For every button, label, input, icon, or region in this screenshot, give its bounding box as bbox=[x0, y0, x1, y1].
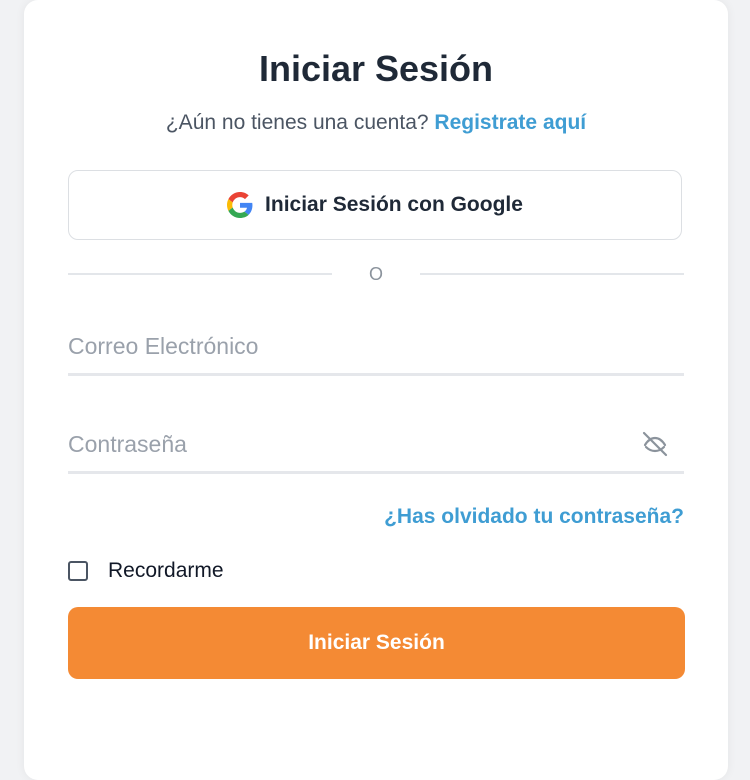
or-divider: O bbox=[68, 262, 684, 286]
email-field bbox=[68, 320, 684, 376]
register-link[interactable]: Registrate aquí bbox=[434, 111, 586, 134]
register-prompt: ¿Aún no tienes una cuenta? Registrate aq… bbox=[24, 110, 728, 136]
password-input[interactable] bbox=[68, 418, 628, 470]
google-login-label: Iniciar Sesión con Google bbox=[265, 193, 523, 216]
login-submit-button[interactable]: Iniciar Sesión bbox=[68, 607, 685, 679]
divider-line-right bbox=[420, 273, 684, 275]
remember-me: Recordarme bbox=[68, 558, 224, 584]
google-icon bbox=[227, 192, 253, 218]
page-title: Iniciar Sesión bbox=[258, 48, 494, 89]
password-field bbox=[68, 418, 684, 474]
remember-me-checkbox[interactable] bbox=[68, 561, 88, 581]
login-card: Iniciar Sesión ¿Aún no tienes una cuenta… bbox=[24, 0, 728, 780]
google-login-button[interactable]: Iniciar Sesión con Google bbox=[68, 170, 682, 240]
email-input[interactable] bbox=[68, 320, 628, 372]
register-prompt-text: ¿Aún no tienes una cuenta? bbox=[165, 111, 429, 134]
forgot-password-link[interactable]: ¿Has olvidado tu contraseña? bbox=[384, 504, 684, 530]
eye-off-icon[interactable] bbox=[640, 428, 670, 458]
remember-me-label[interactable]: Recordarme bbox=[108, 558, 224, 584]
